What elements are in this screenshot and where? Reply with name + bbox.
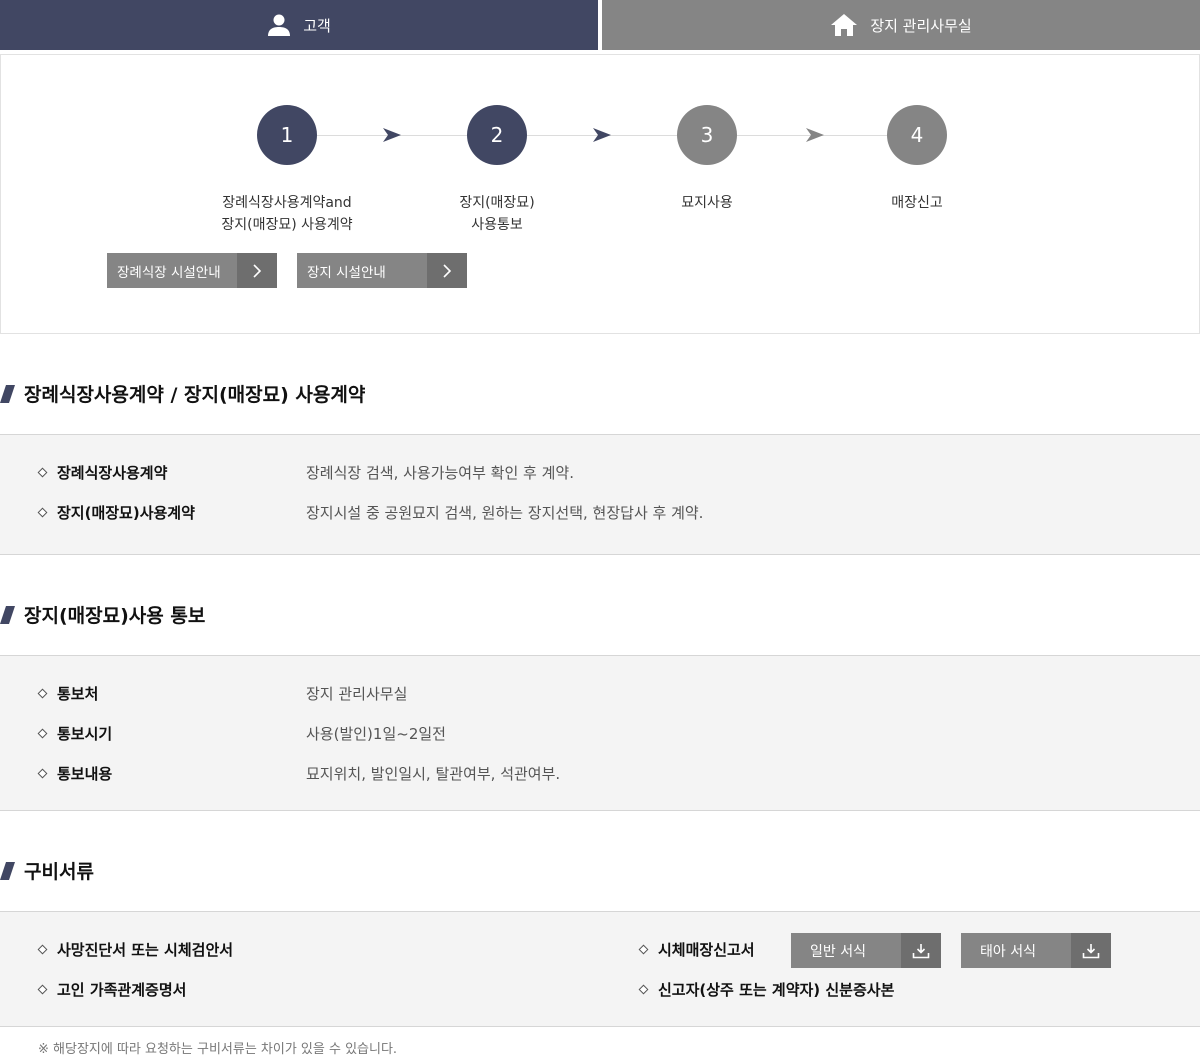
process-steps: 1 2 3 4 장례식장사용계약and 장지(매장묘) 사용계약 장지(매장묘)… <box>0 54 1200 334</box>
step-1-label: 장례식장사용계약and 장지(매장묘) 사용계약 <box>187 192 387 236</box>
section-notice-title-text: 장지(매장묘)사용 통보 <box>24 605 206 627</box>
diamond-bullet-icon <box>638 984 649 995</box>
arrow-right-icon <box>593 128 611 142</box>
list-item: 장례식장사용계약 장례식장 검색, 사용가능여부 확인 후 계약. <box>37 462 574 483</box>
burial-facility-button[interactable]: 장지 시설안내 <box>297 253 467 288</box>
row-label: 통보내용 <box>57 765 113 783</box>
document-label: 사망진단서 또는 시체검안서 <box>57 941 234 959</box>
list-item: 통보시기 사용(발인)1일~2일전 <box>37 723 446 744</box>
list-item: 시체매장신고서 <box>638 939 755 960</box>
step-4-label: 매장신고 <box>817 192 1017 214</box>
list-item: 고인 가족관계증명서 <box>37 979 187 1000</box>
diamond-bullet-icon <box>37 507 48 518</box>
tab-office[interactable]: 장지 관리사무실 <box>602 0 1200 50</box>
section-notice-title: 장지(매장묘)사용 통보 <box>0 601 205 628</box>
section-contract-box: 장례식장사용계약 장례식장 검색, 사용가능여부 확인 후 계약. 장지(매장묘… <box>0 434 1200 555</box>
download-fetus-form-label: 태아 서식 <box>961 933 1071 968</box>
row-label: 통보시기 <box>57 725 113 743</box>
tab-bar: 고객 장지 관리사무실 <box>0 0 1200 50</box>
step-2-label-line: 장지(매장묘) <box>459 195 535 211</box>
step-3-label: 묘지사용 <box>607 192 807 214</box>
row-label: 통보처 <box>57 685 99 703</box>
list-item: 신고자(상주 또는 계약자) 신분증사본 <box>638 979 895 1000</box>
row-label: 장지(매장묘)사용계약 <box>57 504 195 522</box>
list-item: 장지(매장묘)사용계약 장지시설 중 공원묘지 검색, 원하는 장지선택, 현장… <box>37 502 703 523</box>
section-documents-title-text: 구비서류 <box>24 861 94 883</box>
step-1-circle: 1 <box>257 105 317 165</box>
download-icon <box>1071 933 1111 968</box>
person-icon <box>267 13 291 37</box>
diamond-bullet-icon <box>37 944 48 955</box>
diamond-bullet-icon <box>638 944 649 955</box>
download-fetus-form-button[interactable]: 태아 서식 <box>961 933 1111 968</box>
burial-facility-label: 장지 시설안내 <box>297 253 427 288</box>
section-contract-title: 장례식장사용계약 / 장지(매장묘) 사용계약 <box>0 380 365 407</box>
section-documents-box: 사망진단서 또는 시체검안서 고인 가족관계증명서 시체매장신고서 신고자(상주… <box>0 911 1200 1027</box>
document-label: 고인 가족관계증명서 <box>57 981 187 999</box>
slash-marker-icon <box>0 384 15 403</box>
slash-marker-icon <box>0 605 15 624</box>
slash-marker-icon <box>0 861 15 880</box>
funeral-hall-facility-label: 장례식장 시설안내 <box>107 253 237 288</box>
section-contract-title-text: 장례식장사용계약 / 장지(매장묘) 사용계약 <box>24 384 366 406</box>
section-documents-title: 구비서류 <box>0 857 94 884</box>
row-value: 사용(발인)1일~2일전 <box>306 725 446 743</box>
document-label: 시체매장신고서 <box>658 941 755 959</box>
step-1-label-line: 장지(매장묘) 사용계약 <box>221 217 353 233</box>
row-value: 장례식장 검색, 사용가능여부 확인 후 계약. <box>306 464 574 482</box>
section-notice-box: 통보처 장지 관리사무실 통보시기 사용(발인)1일~2일전 통보내용 묘지위치… <box>0 655 1200 811</box>
tab-customer-label: 고객 <box>303 16 331 35</box>
diamond-bullet-icon <box>37 688 48 699</box>
step-3-circle: 3 <box>677 105 737 165</box>
list-item: 통보내용 묘지위치, 발인일시, 탈관여부, 석관여부. <box>37 763 560 784</box>
diamond-bullet-icon <box>37 728 48 739</box>
step-4-label-line: 매장신고 <box>891 195 943 211</box>
home-icon <box>830 13 858 37</box>
download-general-form-button[interactable]: 일반 서식 <box>791 933 941 968</box>
row-label: 장례식장사용계약 <box>57 464 168 482</box>
tab-office-label: 장지 관리사무실 <box>870 16 972 35</box>
step-4-circle: 4 <box>887 105 947 165</box>
step-2-label-line: 사용통보 <box>471 217 523 233</box>
download-icon <box>901 933 941 968</box>
chevron-right-icon <box>427 253 467 288</box>
documents-footnote: ※ 해당장지에 따라 요청하는 구비서류는 차이가 있을 수 있습니다. <box>38 1042 398 1057</box>
arrow-right-icon <box>383 128 401 142</box>
tab-customer[interactable]: 고객 <box>0 0 598 50</box>
diamond-bullet-icon <box>37 768 48 779</box>
diamond-bullet-icon <box>37 467 48 478</box>
step-1-label-line: 장례식장사용계약and <box>222 195 352 211</box>
document-label: 신고자(상주 또는 계약자) 신분증사본 <box>658 981 895 999</box>
funeral-hall-facility-button[interactable]: 장례식장 시설안내 <box>107 253 277 288</box>
step-2-label: 장지(매장묘) 사용통보 <box>397 192 597 236</box>
list-item: 사망진단서 또는 시체검안서 <box>37 939 234 960</box>
step-3-label-line: 묘지사용 <box>681 195 733 211</box>
download-general-form-label: 일반 서식 <box>791 933 901 968</box>
row-value: 장지시설 중 공원묘지 검색, 원하는 장지선택, 현장답사 후 계약. <box>306 504 704 522</box>
list-item: 통보처 장지 관리사무실 <box>37 683 407 704</box>
diamond-bullet-icon <box>37 984 48 995</box>
step-2-circle: 2 <box>467 105 527 165</box>
row-value: 묘지위치, 발인일시, 탈관여부, 석관여부. <box>306 765 561 783</box>
row-value: 장지 관리사무실 <box>306 685 408 703</box>
chevron-right-icon <box>237 253 277 288</box>
arrow-right-icon <box>806 128 824 142</box>
